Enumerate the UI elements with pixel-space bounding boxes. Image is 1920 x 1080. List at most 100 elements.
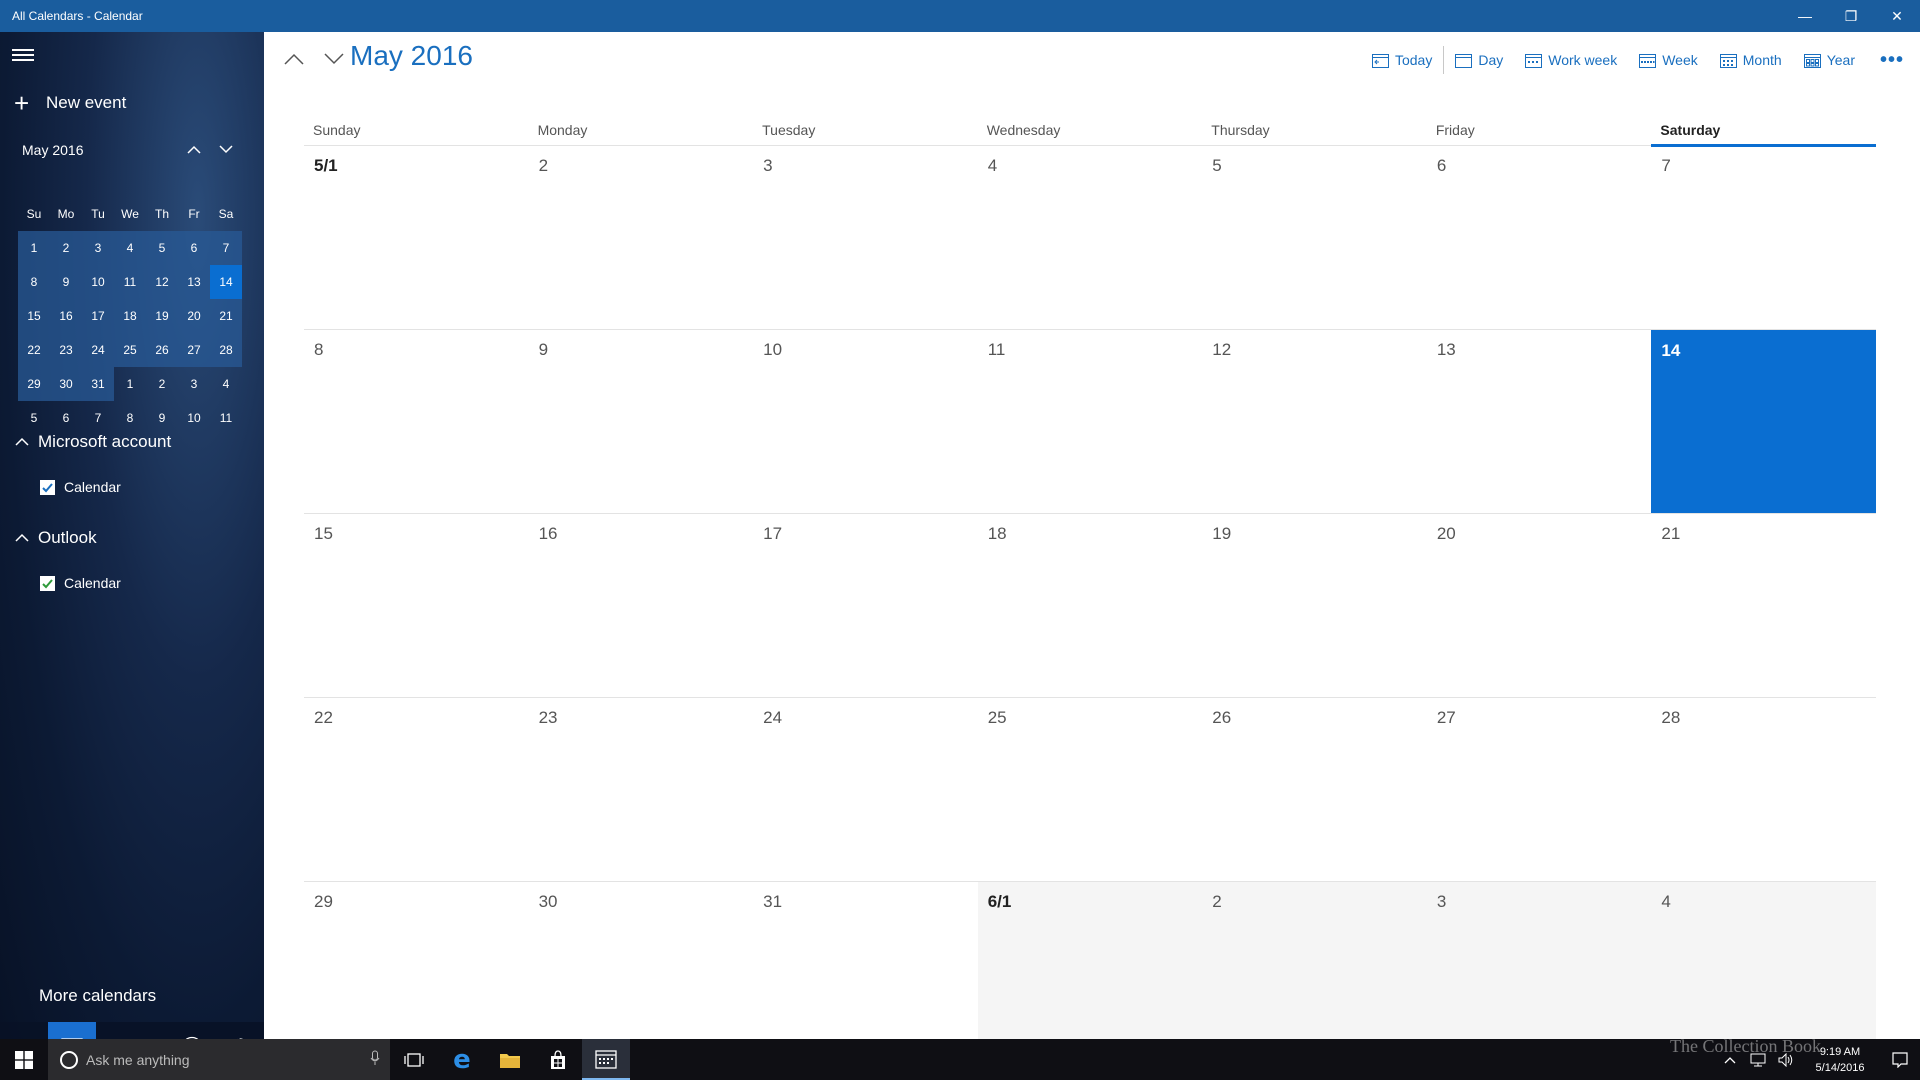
next-month-icon[interactable] — [314, 45, 354, 73]
mini-calendar-day[interactable]: 31 — [82, 367, 114, 401]
day-cell[interactable]: 27 — [1426, 698, 1652, 882]
mini-calendar-day[interactable]: 15 — [18, 299, 50, 333]
calendar-toggle-outlook[interactable]: Calendar — [40, 575, 121, 591]
mini-calendar-day[interactable]: 24 — [82, 333, 114, 367]
mini-calendar-day[interactable]: 3 — [82, 231, 114, 265]
mini-calendar-day[interactable]: 19 — [146, 299, 178, 333]
edge-browser-icon[interactable]: e — [438, 1039, 486, 1080]
day-cell[interactable]: 18 — [977, 514, 1203, 698]
calendar-toggle-microsoft[interactable]: Calendar — [40, 479, 121, 495]
day-cell[interactable]: 15 — [304, 514, 529, 698]
day-cell[interactable]: 16 — [528, 514, 754, 698]
mini-calendar-day[interactable]: 4 — [114, 231, 146, 265]
mini-calendar-day[interactable]: 29 — [18, 367, 50, 401]
account-header-outlook[interactable]: Outlook — [14, 528, 97, 548]
mini-calendar-day[interactable]: 1 — [18, 231, 50, 265]
mini-calendar-day[interactable]: 16 — [50, 299, 82, 333]
day-cell[interactable]: 9 — [528, 330, 754, 514]
day-cell[interactable]: 3 — [753, 146, 978, 330]
windows-start-icon[interactable] — [0, 1039, 48, 1080]
day-cell[interactable]: 25 — [977, 698, 1203, 882]
mini-calendar-day[interactable]: 10 — [82, 265, 114, 299]
mini-calendar-day[interactable]: 26 — [146, 333, 178, 367]
mini-calendar-day[interactable]: 2 — [50, 231, 82, 265]
week-view-button[interactable]: Week — [1628, 46, 1709, 74]
mini-calendar-day[interactable]: 22 — [18, 333, 50, 367]
mini-calendar-day[interactable]: 21 — [210, 299, 242, 333]
month-view-button[interactable]: Month — [1709, 46, 1793, 74]
close-button[interactable]: ✕ — [1874, 0, 1920, 32]
day-cell[interactable]: 17 — [753, 514, 978, 698]
day-cell[interactable]: 7 — [1651, 146, 1876, 330]
mini-calendar-day[interactable]: 27 — [178, 333, 210, 367]
mini-calendar-day[interactable]: 6 — [178, 231, 210, 265]
mini-calendar-day[interactable]: 8 — [114, 401, 146, 435]
cortana-search-box[interactable]: Ask me anything — [48, 1039, 390, 1080]
mini-calendar-day[interactable]: 25 — [114, 333, 146, 367]
mini-calendar-day[interactable]: 3 — [178, 367, 210, 401]
mini-calendar-day[interactable]: 11 — [114, 265, 146, 299]
mini-calendar-day[interactable]: 9 — [50, 265, 82, 299]
mini-calendar-day[interactable]: 10 — [178, 401, 210, 435]
action-center-icon[interactable] — [1880, 1039, 1920, 1080]
day-cell[interactable]: 6 — [1426, 146, 1652, 330]
checkbox-checked-icon[interactable] — [40, 479, 55, 495]
day-cell[interactable]: 8 — [304, 330, 529, 514]
mini-calendar-day[interactable]: 13 — [178, 265, 210, 299]
mini-calendar-day[interactable]: 18 — [114, 299, 146, 333]
mini-calendar-day[interactable]: 23 — [50, 333, 82, 367]
mini-calendar-title[interactable]: May 2016 — [22, 142, 178, 158]
day-cell[interactable]: 2 — [528, 146, 754, 330]
mini-calendar-day[interactable]: 14 — [210, 265, 242, 299]
day-cell[interactable]: 5 — [1202, 146, 1427, 330]
checkbox-checked-icon[interactable] — [40, 575, 55, 591]
mini-calendar-day[interactable]: 9 — [146, 401, 178, 435]
mini-calendar-day[interactable]: 12 — [146, 265, 178, 299]
day-cell[interactable]: 4 — [977, 146, 1203, 330]
day-cell[interactable]: 20 — [1426, 514, 1652, 698]
work-week-view-button[interactable]: Work week — [1514, 46, 1628, 74]
mini-next-month-icon[interactable] — [210, 143, 242, 157]
mini-calendar-day[interactable]: 5 — [146, 231, 178, 265]
restore-button[interactable]: ❐ — [1828, 0, 1874, 32]
mini-calendar-day[interactable]: 5 — [18, 401, 50, 435]
more-options-icon[interactable]: ••• — [1866, 46, 1920, 74]
day-cell[interactable]: 14 — [1651, 330, 1876, 514]
microphone-icon[interactable] — [360, 1050, 390, 1069]
calendar-taskbar-icon[interactable] — [582, 1039, 630, 1080]
mini-calendar-day[interactable]: 7 — [210, 231, 242, 265]
new-event-button[interactable]: + New event — [14, 90, 126, 116]
hamburger-menu-icon[interactable] — [12, 46, 36, 66]
day-cell[interactable]: 21 — [1651, 514, 1876, 698]
day-cell[interactable]: 22 — [304, 698, 529, 882]
mini-calendar-day[interactable]: 2 — [146, 367, 178, 401]
minimize-button[interactable]: — — [1782, 0, 1828, 32]
day-view-button[interactable]: Day — [1443, 46, 1514, 74]
mini-calendar-day[interactable]: 17 — [82, 299, 114, 333]
day-cell[interactable]: 26 — [1202, 698, 1427, 882]
mini-prev-month-icon[interactable] — [178, 143, 210, 157]
day-cell[interactable]: 19 — [1202, 514, 1427, 698]
mini-calendar-day[interactable]: 28 — [210, 333, 242, 367]
day-cell[interactable]: 23 — [528, 698, 754, 882]
day-cell[interactable]: 24 — [753, 698, 978, 882]
month-title[interactable]: May 2016 — [350, 40, 473, 72]
previous-month-icon[interactable] — [274, 45, 314, 73]
mini-calendar-day[interactable]: 20 — [178, 299, 210, 333]
mini-calendar-day[interactable]: 7 — [82, 401, 114, 435]
mini-calendar-day[interactable]: 11 — [210, 401, 242, 435]
today-button[interactable]: Today — [1361, 46, 1443, 74]
day-cell[interactable]: 10 — [753, 330, 978, 514]
mini-calendar-day[interactable]: 4 — [210, 367, 242, 401]
day-cell[interactable]: 5/1 — [304, 146, 529, 330]
day-cell[interactable]: 28 — [1651, 698, 1876, 882]
mini-calendar-day[interactable]: 8 — [18, 265, 50, 299]
day-cell[interactable]: 13 — [1426, 330, 1652, 514]
task-view-icon[interactable] — [390, 1039, 438, 1080]
more-calendars-link[interactable]: More calendars — [39, 986, 156, 1006]
mini-calendar-day[interactable]: 1 — [114, 367, 146, 401]
account-header-microsoft[interactable]: Microsoft account — [14, 432, 171, 452]
day-cell[interactable]: 12 — [1202, 330, 1427, 514]
mini-calendar-day[interactable]: 30 — [50, 367, 82, 401]
day-cell[interactable]: 11 — [977, 330, 1203, 514]
